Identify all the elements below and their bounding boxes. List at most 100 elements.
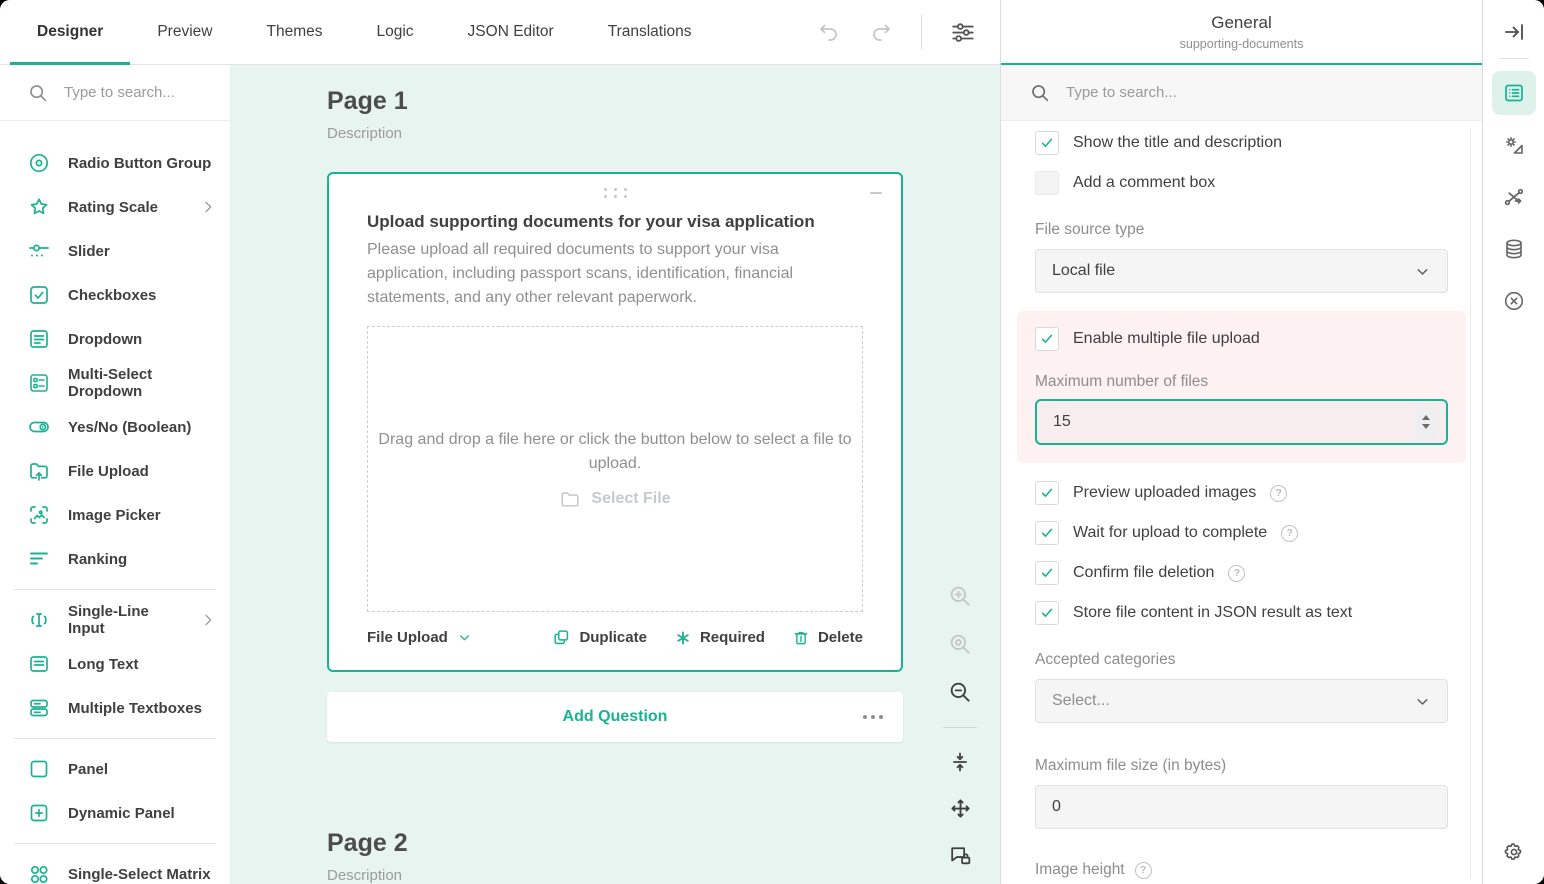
page1-description[interactable]: Description bbox=[327, 124, 903, 144]
file-dropzone[interactable]: Drag and drop a file here or click the b… bbox=[367, 326, 863, 612]
max-files-input[interactable] bbox=[1053, 413, 1414, 431]
toolbox-item-slider[interactable]: Slider bbox=[0, 229, 230, 273]
help-icon[interactable] bbox=[1281, 525, 1298, 542]
toolbox-item-ranking[interactable]: Ranking bbox=[0, 537, 230, 581]
comment-box-checkbox[interactable] bbox=[1035, 171, 1059, 195]
toolbox-search[interactable] bbox=[0, 65, 230, 121]
properties-header: General supporting-documents bbox=[1001, 0, 1482, 65]
panel-icon bbox=[27, 757, 51, 781]
more-options-icon[interactable] bbox=[863, 715, 883, 719]
toolbox-item-boolean[interactable]: Yes/No (Boolean) bbox=[0, 405, 230, 449]
toolbox-item-single-line-input[interactable]: Single-Line Input bbox=[0, 598, 230, 642]
show-title-checkbox[interactable] bbox=[1035, 131, 1059, 155]
tab-themes[interactable]: Themes bbox=[239, 0, 349, 64]
spinner-down-icon[interactable] bbox=[1422, 424, 1430, 429]
checkbox-label: Enable multiple file upload bbox=[1073, 330, 1260, 348]
question-card-file-upload[interactable]: Upload supporting documents for your vis… bbox=[327, 172, 903, 672]
confirm-deletion-checkbox[interactable] bbox=[1035, 561, 1059, 585]
tab-preview[interactable]: Preview bbox=[130, 0, 239, 64]
accepted-categories-select[interactable]: Select... bbox=[1035, 679, 1448, 723]
toolbox-item-file-upload[interactable]: File Upload bbox=[0, 449, 230, 493]
logic-tab-icon[interactable] bbox=[1492, 175, 1536, 219]
max-file-size-input[interactable] bbox=[1052, 798, 1431, 816]
checkboxes-icon bbox=[27, 283, 51, 307]
tab-json-editor[interactable]: JSON Editor bbox=[441, 0, 581, 64]
tab-translations[interactable]: Translations bbox=[581, 0, 719, 64]
help-icon[interactable] bbox=[1135, 862, 1152, 879]
undo-icon[interactable] bbox=[817, 20, 841, 44]
question-type-label: File Upload bbox=[367, 629, 448, 646]
data-tab-icon[interactable] bbox=[1492, 227, 1536, 271]
collapse-question-icon[interactable] bbox=[867, 184, 885, 202]
question-description[interactable]: Please upload all required documents to … bbox=[367, 238, 863, 310]
toolbox-item-dynamic-panel[interactable]: Dynamic Panel bbox=[0, 791, 230, 835]
toolbox-item-single-select-matrix[interactable]: Single-Select Matrix bbox=[0, 852, 230, 884]
theme-editor-tab-icon[interactable] bbox=[1492, 123, 1536, 167]
question-type-selector[interactable]: File Upload bbox=[367, 629, 472, 646]
toolbox-item-dropdown[interactable]: Dropdown bbox=[0, 317, 230, 361]
page2-section: Page 2 Description bbox=[327, 828, 903, 884]
properties-search-input[interactable] bbox=[1064, 83, 1364, 102]
file-source-type-select[interactable]: Local file bbox=[1035, 249, 1448, 293]
toolbox-item-label: Panel bbox=[68, 761, 108, 778]
properties-search[interactable] bbox=[1001, 65, 1482, 121]
settings-gear-icon[interactable] bbox=[1502, 840, 1526, 864]
expand-all-icon[interactable] bbox=[948, 796, 973, 821]
close-circle-icon[interactable] bbox=[1492, 279, 1536, 323]
wait-upload-checkbox[interactable] bbox=[1035, 521, 1059, 545]
add-question-button[interactable]: Add Question bbox=[327, 692, 903, 742]
checkbox-label: Preview uploaded images bbox=[1073, 484, 1256, 502]
store-content-row: Store file content in JSON result as tex… bbox=[1035, 601, 1448, 625]
topbar-divider bbox=[921, 14, 922, 50]
select-file-button[interactable]: Select File bbox=[559, 488, 670, 510]
number-spinner[interactable] bbox=[1414, 406, 1437, 438]
toolbox-search-input[interactable] bbox=[62, 83, 192, 102]
toolbox-item-long-text[interactable]: Long Text bbox=[0, 642, 230, 686]
page2-title[interactable]: Page 2 bbox=[327, 828, 903, 858]
toolbox-item-checkboxes[interactable]: Checkboxes bbox=[0, 273, 230, 317]
help-icon[interactable] bbox=[1270, 485, 1287, 502]
delete-question-button[interactable]: Delete bbox=[792, 628, 863, 647]
tab-designer[interactable]: Designer bbox=[10, 0, 130, 64]
duplicate-question-button[interactable]: Duplicate bbox=[552, 628, 647, 647]
creator-settings-icon[interactable] bbox=[950, 19, 976, 45]
toolbox-item-multi-select-dropdown[interactable]: Multi-Select Dropdown bbox=[0, 361, 230, 405]
dynamic-panel-icon bbox=[27, 801, 51, 825]
help-icon[interactable] bbox=[1228, 565, 1245, 582]
toolbox-item-label: Checkboxes bbox=[68, 287, 156, 304]
property-grid-tab-icon[interactable] bbox=[1492, 71, 1536, 115]
zoom-reset-icon[interactable] bbox=[947, 631, 973, 657]
drag-handle-icon[interactable] bbox=[602, 188, 628, 198]
zoom-out-icon[interactable] bbox=[947, 679, 973, 705]
multiple-upload-checkbox[interactable] bbox=[1035, 327, 1059, 351]
tab-logic[interactable]: Logic bbox=[349, 0, 440, 64]
toolbox-item-radio-button-group[interactable]: Radio Button Group bbox=[0, 141, 230, 185]
properties-panel: General supporting-documents Show the ti… bbox=[1000, 0, 1482, 884]
toolbox-item-panel[interactable]: Panel bbox=[0, 747, 230, 791]
question-title[interactable]: Upload supporting documents for your vis… bbox=[367, 212, 863, 232]
collapse-all-icon[interactable] bbox=[948, 750, 972, 774]
toolbox-item-multiple-textboxes[interactable]: Multiple Textboxes bbox=[0, 686, 230, 730]
sidebar-icon-strip bbox=[1482, 0, 1544, 884]
checkbox-label: Wait for upload to complete bbox=[1073, 524, 1267, 542]
redo-icon[interactable] bbox=[869, 20, 893, 44]
toolbox-item-label: File Upload bbox=[68, 463, 149, 480]
tab-label: Translations bbox=[608, 23, 692, 41]
toolbox-item-label: Dynamic Panel bbox=[68, 805, 175, 822]
collapse-panel-icon[interactable] bbox=[1502, 20, 1526, 44]
select-file-label: Select File bbox=[591, 490, 670, 508]
page2-description[interactable]: Description bbox=[327, 866, 903, 884]
lock-state-icon[interactable] bbox=[948, 843, 973, 868]
required-question-button[interactable]: Required bbox=[674, 628, 765, 647]
toolbox-item-rating-scale[interactable]: Rating Scale bbox=[0, 185, 230, 229]
page1-title[interactable]: Page 1 bbox=[327, 86, 903, 116]
single-line-input-icon bbox=[27, 608, 51, 632]
zoom-in-icon[interactable] bbox=[947, 583, 973, 609]
canvas-zoom-toolbar bbox=[943, 583, 977, 868]
preview-images-checkbox[interactable] bbox=[1035, 481, 1059, 505]
action-label: Required bbox=[700, 629, 765, 646]
file-upload-icon bbox=[27, 459, 51, 483]
store-content-checkbox[interactable] bbox=[1035, 601, 1059, 625]
toolbox-item-image-picker[interactable]: Image Picker bbox=[0, 493, 230, 537]
spinner-up-icon[interactable] bbox=[1422, 415, 1430, 420]
